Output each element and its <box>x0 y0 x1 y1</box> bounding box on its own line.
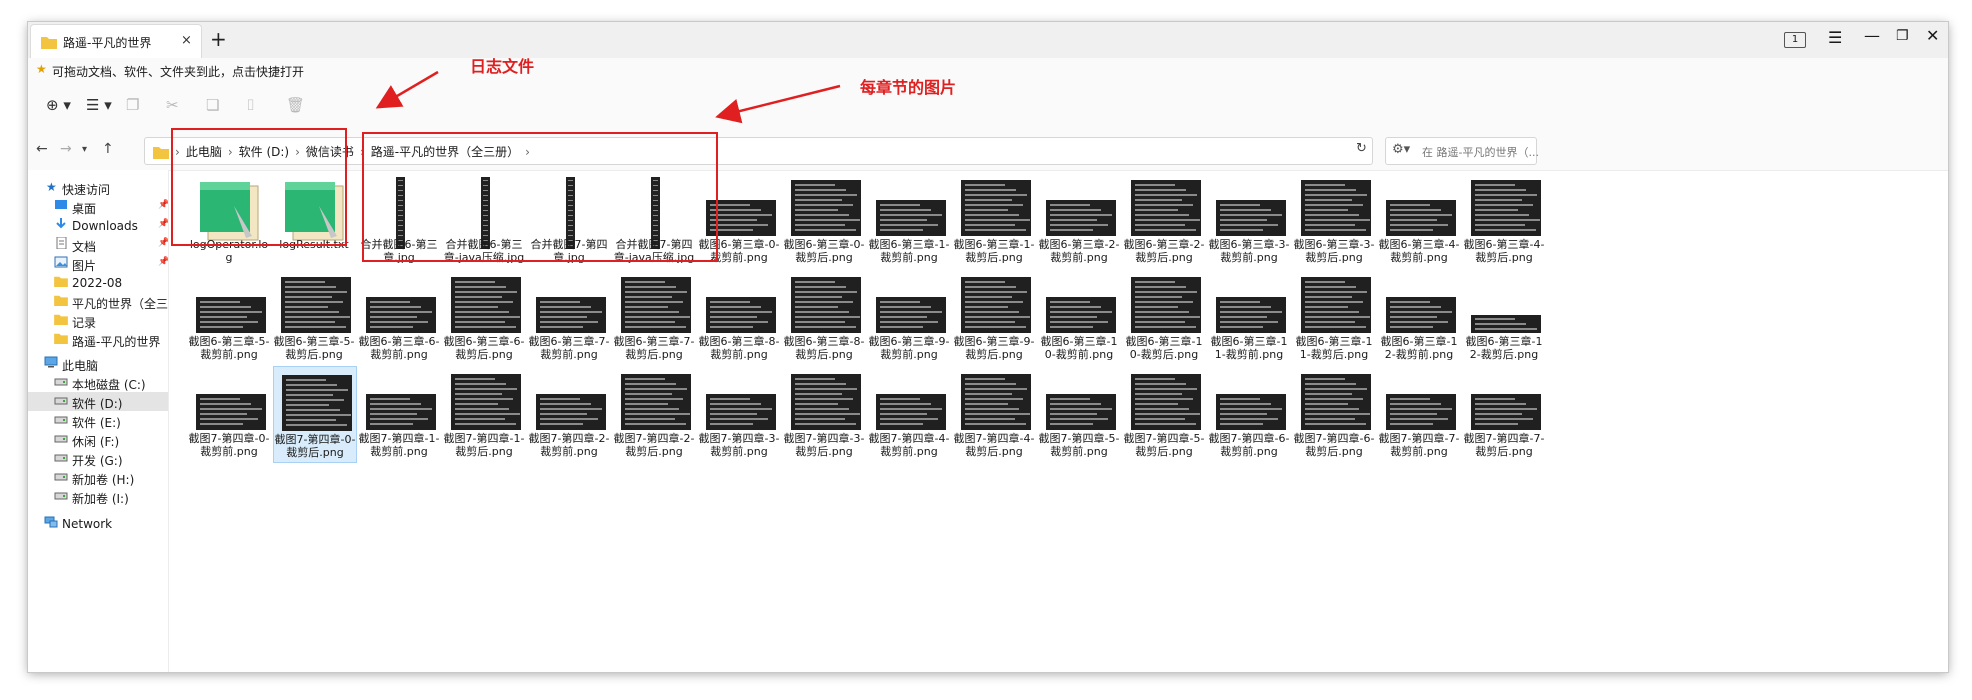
annotation-arrows <box>375 70 841 124</box>
explorer-window: 路遥-平凡的世界 × + 1 ☰ — ❐ ✕ ★ 可拖动文档、软件、文件夹到此，… <box>28 22 1948 672</box>
